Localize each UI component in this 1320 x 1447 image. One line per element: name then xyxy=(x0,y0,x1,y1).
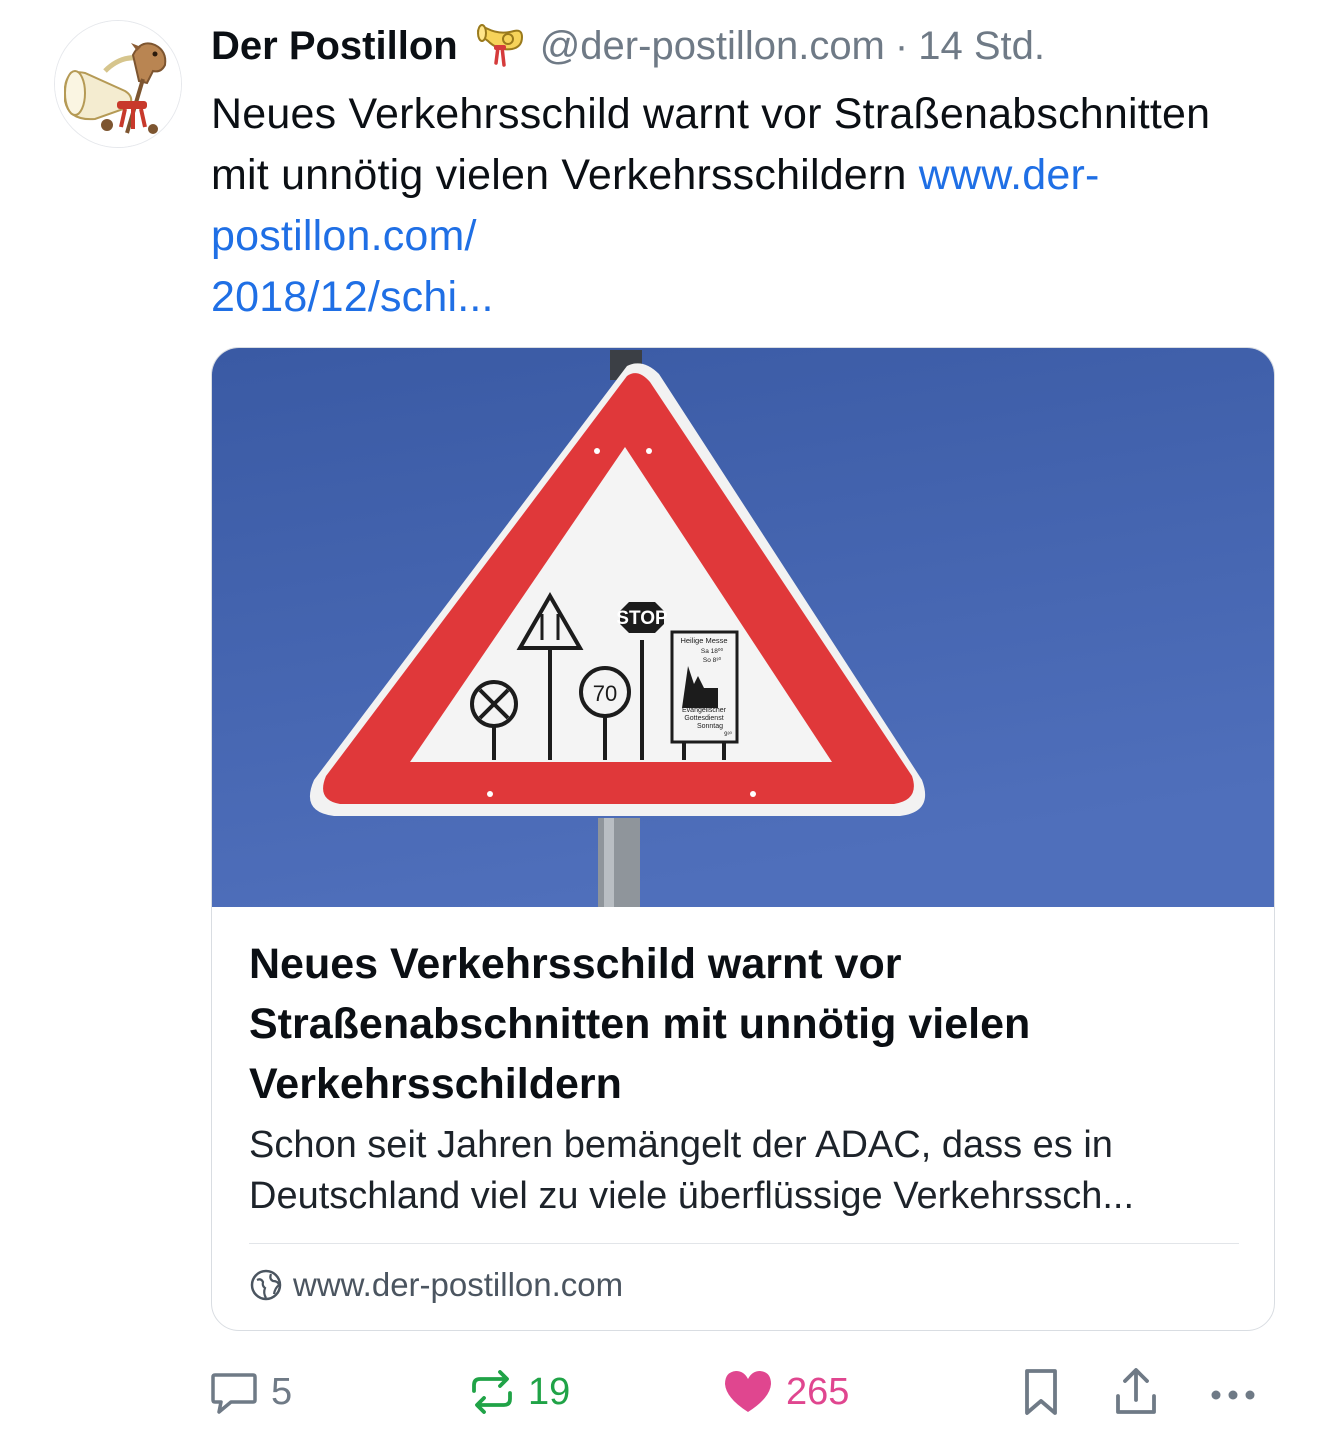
church-sign-top: Heilige Messe xyxy=(680,636,727,645)
card-domain-text: www.der-postillon.com xyxy=(293,1266,624,1303)
post-header: Der Postillon @der-postillon.com · 14 St… xyxy=(211,18,1045,74)
church-sign-line1: Evangelischer xyxy=(682,707,727,714)
repost-count: 19 xyxy=(528,1370,571,1413)
reply-count: 5 xyxy=(271,1370,293,1413)
bookmark-icon xyxy=(1025,1369,1057,1415)
speed-sign-text: 70 xyxy=(593,681,617,706)
card-title: Neues Verkehrsschild warnt vor Straßenab… xyxy=(249,940,1031,1108)
card-description: Schon seit Jahren bemängelt der ADAC, da… xyxy=(249,1124,1135,1217)
church-sign-line3: Sonntag xyxy=(697,723,723,730)
more-icon xyxy=(1211,1390,1255,1400)
post-action-bar: 5 19 265 xyxy=(0,1362,1320,1422)
heart-icon xyxy=(725,1371,771,1412)
reply-icon xyxy=(211,1373,257,1414)
card-thumbnail-image: STOP 70 Heilige Messe Sa 18⁰⁰ So 8³⁰ Eva… xyxy=(212,348,1274,907)
author-name[interactable]: Der Postillon xyxy=(211,24,458,69)
church-sign-so: So 8³⁰ xyxy=(703,656,722,664)
repost-button[interactable]: 19 xyxy=(468,1362,570,1422)
post-time[interactable]: 14 Std. xyxy=(918,24,1045,69)
author-handle[interactable]: @der-postillon.com xyxy=(540,24,885,69)
globe-icon xyxy=(250,1269,282,1301)
post-text: Neues Verkehrsschild warnt vor Straßenab… xyxy=(211,84,1211,328)
church-sign-sa: Sa 18⁰⁰ xyxy=(701,647,724,655)
card-domain: www.der-postillon.com xyxy=(249,1266,623,1304)
avatar[interactable] xyxy=(54,20,182,148)
bookmark-button[interactable] xyxy=(1020,1362,1062,1422)
reply-button[interactable]: 5 xyxy=(209,1362,292,1422)
card-divider xyxy=(249,1243,1239,1244)
repost-icon xyxy=(472,1370,512,1414)
more-options-button[interactable] xyxy=(1208,1362,1258,1422)
like-button[interactable]: 265 xyxy=(722,1362,849,1422)
posthorn-horse-avatar-icon xyxy=(55,21,181,147)
verified-posthorn-icon xyxy=(474,21,526,71)
share-button[interactable] xyxy=(1113,1362,1159,1422)
like-count: 265 xyxy=(786,1370,850,1413)
link-preview-card[interactable]: STOP 70 Heilige Messe Sa 18⁰⁰ So 8³⁰ Eva… xyxy=(211,347,1275,1331)
header-separator: · xyxy=(894,23,909,68)
church-sign-line4: 9³⁰ xyxy=(724,731,732,738)
church-sign-line2: Gottesdienst xyxy=(684,715,723,722)
stop-sign-text: STOP xyxy=(616,608,668,629)
share-icon xyxy=(1116,1368,1156,1414)
